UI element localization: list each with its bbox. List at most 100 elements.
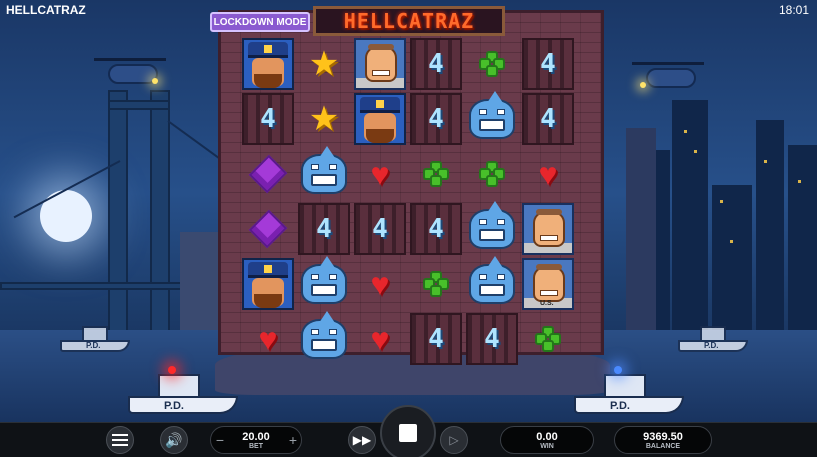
balance-field: 9369.50 BALANCE <box>614 426 712 454</box>
reel-cell: 4 <box>240 91 296 146</box>
helicopter-rotor <box>94 58 166 61</box>
reel-cell <box>296 255 352 311</box>
police-boat-right: P.D. <box>574 366 684 414</box>
bars-number: 4 <box>484 323 500 354</box>
reel-cell <box>464 146 520 201</box>
reel-cell <box>408 256 464 311</box>
prisoner-face <box>365 45 397 82</box>
hamburger-icon <box>112 434 128 446</box>
heart-icon: ♥ <box>370 155 390 192</box>
bet-increase-button[interactable]: + <box>285 432 301 448</box>
win-value: 0.00 <box>536 430 558 443</box>
star-icon: ★ <box>308 44 340 83</box>
heart-icon: ♥ <box>258 320 278 357</box>
purple-gem-icon <box>248 154 288 193</box>
clover-icon <box>535 325 561 352</box>
boat-cabin <box>604 374 646 398</box>
window-light <box>798 180 801 183</box>
prisoner-hair <box>536 208 562 215</box>
bars-number: 4 <box>428 48 444 79</box>
reel-cell: ♥ <box>240 311 296 366</box>
heart-icon: ♥ <box>538 155 558 192</box>
skyline-building <box>756 120 784 330</box>
boat-label: P.D. <box>86 341 101 350</box>
helicopter-left <box>94 56 166 86</box>
searchlight <box>152 78 158 84</box>
speaker-icon: 🔊 <box>165 431 183 448</box>
skyline-building <box>672 100 708 330</box>
reel-cell <box>520 201 576 256</box>
guard-symbol <box>242 37 294 90</box>
jail-bars-symbol: 4 <box>522 92 574 145</box>
bars-number: 4 <box>372 213 388 244</box>
shark-eye <box>497 273 505 280</box>
searchlight <box>640 82 646 88</box>
shark-teeth <box>479 228 505 241</box>
shark-symbol <box>469 255 515 304</box>
guard-beard <box>254 293 282 308</box>
reel-cell <box>296 310 352 366</box>
fast-forward-button[interactable]: ▶▶ <box>348 426 376 454</box>
reel-cell: ♥ <box>520 146 576 201</box>
prisoner-hair <box>536 263 562 270</box>
boat-label: P.D. <box>164 400 184 412</box>
helicopter-body <box>646 68 696 88</box>
shark-symbol <box>301 145 347 194</box>
shark-fin <box>487 200 503 213</box>
reel-cell: ♥ <box>352 256 408 311</box>
balance-label: BALANCE <box>645 442 681 450</box>
shark-eye <box>311 328 319 335</box>
shark-teeth <box>311 173 337 186</box>
bet-decrease-button[interactable]: − <box>212 432 228 448</box>
prisoner-grin <box>540 234 558 241</box>
window-light <box>720 200 723 203</box>
guard-badge <box>264 44 272 53</box>
guard-badge <box>376 99 384 108</box>
shark-eye <box>479 273 487 280</box>
shark-symbol <box>301 310 347 359</box>
reel-cell <box>240 201 296 256</box>
guard-badge <box>264 264 272 273</box>
sound-button[interactable]: 🔊 <box>160 426 188 454</box>
spin-stop-button[interactable] <box>380 405 436 457</box>
bet-label: BET <box>249 442 263 450</box>
shark-eye <box>329 328 337 335</box>
shark-eye <box>497 108 505 115</box>
autoplay-button[interactable]: ▷ <box>440 426 468 454</box>
reel-cell: 4 <box>464 311 520 366</box>
shark-fin <box>319 310 335 323</box>
reel-cell: U.S. <box>520 256 576 311</box>
prisoner-shirt-label: U.S. <box>540 299 554 307</box>
helicopter-body <box>108 64 158 84</box>
reel-cell: 4 <box>408 91 464 146</box>
helicopter-right <box>632 60 704 90</box>
bars-number: 4 <box>428 103 444 134</box>
guard-beard <box>254 73 282 88</box>
lockdown-mode-badge[interactable]: LOCKDOWN MODE <box>210 12 310 32</box>
game-logo: HELLCATRAZ <box>313 6 505 36</box>
reel-cell <box>240 36 296 91</box>
shark-fin <box>319 255 335 268</box>
purple-gem-icon <box>248 209 288 248</box>
shark-teeth <box>311 338 337 351</box>
bars-number: 4 <box>428 323 444 354</box>
guard-symbol <box>242 257 294 310</box>
bars-number: 4 <box>316 213 332 244</box>
shark-eye <box>479 218 487 225</box>
jail-bars-symbol: 4 <box>466 312 518 365</box>
siren-light-blue <box>614 366 622 374</box>
skyline-building <box>788 145 817 330</box>
bridge-cable <box>167 120 226 163</box>
shark-teeth <box>479 283 505 296</box>
window-light <box>684 130 687 133</box>
jail-bars-symbol: 4 <box>354 202 406 255</box>
shark-teeth <box>311 283 337 296</box>
reel-cell: 4 <box>520 36 576 91</box>
police-boat-far-right: P.D. <box>678 322 748 352</box>
autoplay-icon: ▷ <box>449 433 459 447</box>
menu-button[interactable] <box>106 426 134 454</box>
shark-teeth <box>479 118 505 131</box>
bridge-tower-left <box>108 90 128 340</box>
reel-cell <box>464 200 520 256</box>
prisoner-symbol <box>522 202 574 255</box>
